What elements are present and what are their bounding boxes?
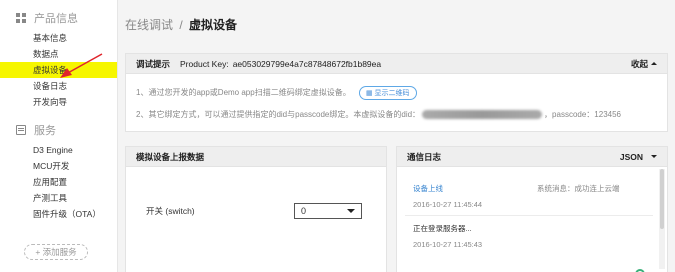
report-data-header: 模拟设备上报数据 <box>126 147 386 167</box>
log-entry-time: 2016-10-27 11:45:43 <box>413 240 483 249</box>
debug-tip-header: 调试提示 Product Key: ae053029799e4a7c878486… <box>126 54 667 74</box>
service-nav: D3 Engine MCU开发 应用配置 产测工具 固件升级（OTA） <box>0 142 117 222</box>
log-entry-title: 设备上线 <box>413 184 443 193</box>
product-section-title: 产品信息 <box>34 13 78 25</box>
communication-log-panel: 通信日志 JSON 设备上线 2016-10-27 11:45:44 系统消息：… <box>396 146 668 272</box>
sidebar-item-dev-guide[interactable]: 开发向导 <box>0 94 117 110</box>
chevron-down-icon <box>347 209 355 213</box>
show-qr-label: 显示二维码 <box>374 90 410 97</box>
debug-tip-panel: 调试提示 Product Key: ae053029799e4a7c878486… <box>125 53 668 132</box>
format-value: JSON <box>619 151 643 162</box>
tip-line-2-prefix: 2、其它绑定方式，可以通过提供指定的did与passcode绑定。本虚拟设备的d… <box>136 110 421 119</box>
add-service-button[interactable]: + 添加服务 <box>24 244 88 260</box>
collapse-label: 收起 <box>630 58 648 69</box>
switch-select-value: 0 <box>301 206 307 216</box>
service-section-title: 服务 <box>34 125 56 137</box>
log-entry-title: 正在登录服务器... <box>413 224 472 233</box>
grid-icon <box>16 13 26 23</box>
tip-line-2: 2、其它绑定方式，可以通过提供指定的did与passcode绑定。本虚拟设备的d… <box>136 109 621 120</box>
page-title: 虚拟设备 <box>189 18 238 32</box>
service-section-header: 服务 <box>0 118 117 142</box>
sidebar-item-app-config[interactable]: 应用配置 <box>0 174 117 190</box>
show-qr-button[interactable]: ▦ 显示二维码 <box>358 86 417 100</box>
product-key-value: ae053029799e4a7c87848672fb1b89ea <box>232 58 382 69</box>
log-entry-system-message: 系统消息：成功连上云端 <box>537 184 620 193</box>
redacted-did <box>422 110 543 120</box>
tip-line-1: 1、通过您开发的app或Demo app扫描二维码绑定虚拟设备。 ▦ 显示二维码 <box>136 86 417 100</box>
log-scrollbar[interactable] <box>659 169 665 269</box>
annotation-arrow-icon <box>60 53 103 78</box>
switch-select[interactable]: 0 <box>294 203 362 219</box>
report-data-title: 模拟设备上报数据 <box>136 151 205 162</box>
log-entry: 设备上线 2016-10-27 11:45:44 <box>413 183 482 209</box>
format-select[interactable]: JSON <box>620 152 657 162</box>
sidebar-item-prod-test[interactable]: 产测工具 <box>0 190 117 206</box>
sidebar-item-ota[interactable]: 固件升级（OTA） <box>0 206 117 222</box>
sidebar: 产品信息 基本信息 数据点 虚拟设备 设备日志 开发向导 服务 D3 Engin… <box>0 0 118 272</box>
tip-line-2-suffix: ，passcode：123456 <box>544 110 621 119</box>
tip-line-1-text: 1、通过您开发的app或Demo app扫描二维码绑定虚拟设备。 <box>136 88 351 97</box>
caret-up-icon <box>651 62 657 65</box>
switch-field-label: 开关 (switch) <box>146 206 195 216</box>
breadcrumb-parent[interactable]: 在线调试 <box>125 18 173 32</box>
log-entry: 正在登录服务器... 2016-10-27 11:45:43 <box>413 223 482 249</box>
document-icon <box>16 125 26 135</box>
breadcrumb: 在线调试 / 虚拟设备 <box>125 16 237 33</box>
log-title: 通信日志 <box>407 151 442 162</box>
chevron-down-icon <box>651 155 657 158</box>
qr-icon: ▦ <box>365 90 375 97</box>
breadcrumb-separator: / <box>179 18 183 32</box>
collapse-button[interactable]: 收起 <box>631 58 657 70</box>
log-entry-time: 2016-10-27 11:45:44 <box>413 200 483 209</box>
sidebar-item-mcu-dev[interactable]: MCU开发 <box>0 158 117 174</box>
report-data-panel: 模拟设备上报数据 开关 (switch) 0 <box>125 146 387 272</box>
product-key-label: Product Key: <box>180 58 229 69</box>
log-divider <box>405 215 653 216</box>
sidebar-item-d3-engine[interactable]: D3 Engine <box>0 142 117 158</box>
sidebar-item-basic-info[interactable]: 基本信息 <box>0 30 117 46</box>
debug-tip-title: 调试提示 <box>136 58 171 69</box>
product-section-header: 产品信息 <box>0 6 117 30</box>
log-header: 通信日志 JSON <box>397 147 667 167</box>
